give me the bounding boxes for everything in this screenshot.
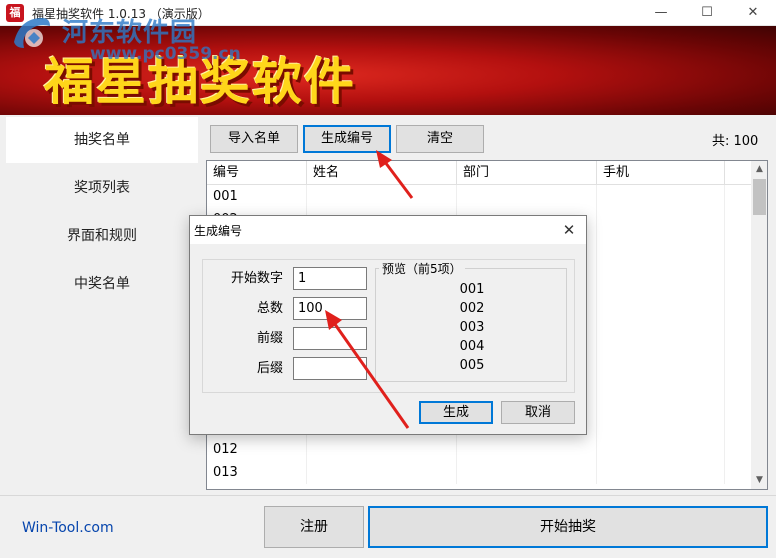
dialog-panel: 开始数字 1 总数 100 前缀 后缀 001 002 003 004 005 … bbox=[202, 259, 575, 393]
table-cell bbox=[307, 185, 457, 208]
column-header-department[interactable]: 部门 bbox=[457, 161, 597, 185]
sidebar-item-ui-rules[interactable]: 界面和规则 bbox=[6, 213, 198, 259]
start-number-input[interactable]: 1 bbox=[293, 267, 367, 290]
table-cell bbox=[457, 461, 597, 484]
table-cell bbox=[307, 438, 457, 461]
maximize-button[interactable]: ☐ bbox=[684, 0, 730, 26]
table-cell bbox=[597, 369, 725, 392]
table-cell bbox=[307, 461, 457, 484]
table-cell bbox=[597, 277, 725, 300]
sidebar-item-winners[interactable]: 中奖名单 bbox=[6, 261, 198, 307]
number-cell: 012 bbox=[207, 438, 307, 461]
preview-item: 005 bbox=[459, 358, 485, 373]
table-cell bbox=[597, 438, 725, 461]
cancel-button[interactable]: 取消 bbox=[501, 401, 575, 424]
sidebar-item-prize-list[interactable]: 奖项列表 bbox=[6, 165, 198, 211]
dialog-title-bar: 生成编号 ✕ bbox=[190, 216, 586, 244]
table-cell bbox=[457, 438, 597, 461]
preview-group: 001 002 003 004 005 bbox=[375, 268, 567, 382]
vertical-scrollbar[interactable]: ▲ ▼ bbox=[751, 161, 767, 489]
preview-item: 002 bbox=[459, 301, 485, 316]
total-count: 共: 100 bbox=[712, 134, 759, 149]
prefix-label: 前缀 bbox=[256, 331, 283, 346]
scroll-thumb[interactable] bbox=[753, 179, 766, 215]
suffix-input[interactable] bbox=[293, 357, 367, 380]
table-cell bbox=[597, 461, 725, 484]
table-cell bbox=[597, 231, 725, 254]
website-link[interactable]: Win-Tool.com bbox=[22, 520, 114, 536]
generate-button[interactable]: 生成 bbox=[419, 401, 493, 424]
table-header: 编号 姓名 部门 手机 bbox=[207, 161, 751, 185]
minimize-button[interactable]: — bbox=[638, 0, 684, 26]
preview-item: 003 bbox=[459, 320, 485, 335]
prefix-input[interactable] bbox=[293, 327, 367, 350]
watermark-url: www.pc0359.cn bbox=[90, 44, 241, 64]
column-header-number[interactable]: 编号 bbox=[207, 161, 307, 185]
table-row[interactable]: 012 bbox=[207, 438, 751, 461]
start-draw-button[interactable]: 开始抽奖 bbox=[368, 506, 768, 548]
generate-numbers-button[interactable]: 生成编号 bbox=[303, 125, 391, 153]
sidebar: 抽奖名单 奖项列表 界面和规则 中奖名单 bbox=[0, 115, 198, 495]
table-row[interactable]: 013 bbox=[207, 461, 751, 484]
table-cell bbox=[597, 323, 725, 346]
table-cell bbox=[597, 415, 725, 438]
dialog-title: 生成编号 bbox=[194, 224, 243, 238]
total-input[interactable]: 100 bbox=[293, 297, 367, 320]
preview-label: 预览（前5项） bbox=[379, 260, 465, 277]
start-number-label: 开始数字 bbox=[230, 271, 283, 286]
register-button[interactable]: 注册 bbox=[264, 506, 364, 548]
number-cell: 013 bbox=[207, 461, 307, 484]
watermark-logo-icon bbox=[14, 18, 50, 48]
total-label: 总数 bbox=[256, 301, 283, 316]
scroll-down-icon[interactable]: ▼ bbox=[751, 472, 767, 489]
number-cell: 001 bbox=[207, 185, 307, 208]
table-cell bbox=[597, 346, 725, 369]
import-list-button[interactable]: 导入名单 bbox=[210, 125, 298, 153]
clear-button[interactable]: 清空 bbox=[396, 125, 484, 153]
dialog-close-icon[interactable]: ✕ bbox=[556, 218, 582, 242]
table-cell bbox=[597, 185, 725, 208]
table-cell bbox=[597, 208, 725, 231]
sidebar-item-draw-list[interactable]: 抽奖名单 bbox=[6, 117, 198, 163]
table-cell bbox=[597, 300, 725, 323]
table-cell bbox=[457, 185, 597, 208]
preview-item: 004 bbox=[459, 339, 485, 354]
scroll-up-icon[interactable]: ▲ bbox=[751, 161, 767, 178]
table-row[interactable]: 001 bbox=[207, 185, 751, 208]
table-cell bbox=[597, 392, 725, 415]
footer: Win-Tool.com 注册 开始抽奖 bbox=[0, 495, 776, 558]
suffix-label: 后缀 bbox=[256, 361, 283, 376]
column-header-phone[interactable]: 手机 bbox=[597, 161, 725, 185]
generate-numbers-dialog: 生成编号 ✕ 开始数字 1 总数 100 前缀 后缀 001 002 003 0… bbox=[189, 215, 587, 435]
close-button[interactable]: ✕ bbox=[730, 0, 776, 26]
table-cell bbox=[597, 254, 725, 277]
column-header-name[interactable]: 姓名 bbox=[307, 161, 457, 185]
preview-item: 001 bbox=[459, 282, 485, 297]
